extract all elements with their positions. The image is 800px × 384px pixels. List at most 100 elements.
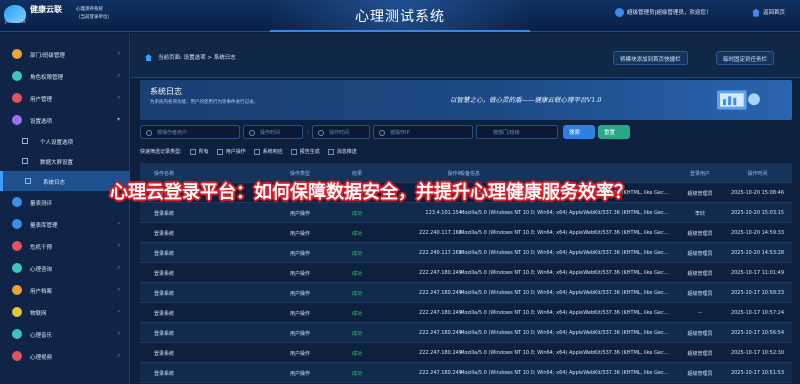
table-cell: Mozilla/5.0 (Windows NT 10.0; Win64; x64… xyxy=(460,350,669,356)
chevron-icon: › xyxy=(117,50,120,57)
home-icon xyxy=(752,8,760,17)
sidebar-item[interactable]: 心理视频 › xyxy=(0,345,130,367)
search-button[interactable]: 搜索 xyxy=(563,125,595,139)
home-link[interactable]: 返回首页 xyxy=(752,8,785,17)
table-cell: 用户操作 xyxy=(290,211,311,217)
sidebar-item[interactable]: 危机干预 › xyxy=(0,235,130,257)
table-row[interactable]: 登录系统 用户操作 成功 222.247.180.249 Mozilla/5.0 (Wi… xyxy=(140,323,792,343)
time-from-input[interactable]: 操作时间 xyxy=(243,125,303,139)
table-cell: 2025-10-17 10:56:54 xyxy=(730,330,785,336)
table-cell: Mozilla/5.0 (Windows NT 10.0; Win64; x64… xyxy=(460,290,669,296)
sub-menu-icon xyxy=(22,158,28,164)
sidebar-item[interactable]: 部门/班级管理 › xyxy=(0,43,130,65)
table-cell: Mozilla/5.0 (Windows NT 10.0; Win64; x64… xyxy=(460,270,669,276)
table-row[interactable]: 登录系统 用户操作 成功 222.247.180.249 Mozilla/5.0 (Wi… xyxy=(140,283,792,303)
breadcrumb-bar: 当前页面: 设置选项 > 系统日志 将模块添加到首页快捷栏 临时固定到任务栏 xyxy=(131,33,800,78)
table-cell: 登录系统 xyxy=(154,231,175,237)
sidebar-item[interactable]: 角色权限管理 › xyxy=(0,65,130,87)
table-cell: 超级管理员 xyxy=(687,371,713,377)
menu-icon xyxy=(12,219,22,229)
sidebar-subitem[interactable]: 数据大屏设置 xyxy=(0,151,130,171)
user-search-input[interactable]: 按操作者用户 xyxy=(140,125,240,139)
table-row[interactable]: 登录系统 用户操作 成功 222.240.117.168 Mozilla/5.0 (Wi… xyxy=(140,223,792,243)
table-cell: Mozilla/5.0 (Windows NT 10.0; Win64; x64… xyxy=(460,250,669,256)
menu-icon xyxy=(12,241,22,251)
table-cell: 2025-10-17 10:52:30 xyxy=(730,350,785,356)
table-row[interactable]: 登录系统 用户操作 成功 222.247.180.249 Mozilla/5.0 (Wi… xyxy=(140,343,792,363)
table-row[interactable]: 登录系统 用户操作 成功 222.247.180.249 Mozilla/5.0 (Wi… xyxy=(140,303,792,323)
reset-button[interactable]: 重置 xyxy=(598,125,630,139)
menu-icon xyxy=(12,307,22,317)
table-row[interactable]: 登录系统 用户操作 成功 222.247.180.249 Mozilla/5.0 (Wi… xyxy=(140,363,792,383)
home-label: 返回首页 xyxy=(763,10,786,16)
chevron-icon: › xyxy=(117,330,120,337)
user-search-placeholder: 按操作者用户 xyxy=(157,130,188,136)
table-cell: 成功 xyxy=(352,331,363,337)
table-cell: Mozilla/5.0 (Windows NT 10.0; Win64; x64… xyxy=(460,210,669,216)
table-row[interactable]: 登录系统 用户操作 成功 123.4.101.154 Mozilla/5.0 (Wind… xyxy=(140,203,792,223)
sidebar-item[interactable]: 用户档案 › xyxy=(0,279,130,301)
quick-filter-checkbox[interactable] xyxy=(327,148,334,155)
menu-icon xyxy=(12,115,22,125)
chevron-icon: › xyxy=(117,72,120,79)
table-cell: 222.247.180.249 xyxy=(419,270,462,276)
table-cell: 登录系统 xyxy=(154,311,175,317)
menu-icon xyxy=(12,93,22,103)
dept-select[interactable]: 按部门/班级 xyxy=(476,125,558,139)
quick-filter-checkbox[interactable] xyxy=(253,148,260,155)
table-cell: 成功 xyxy=(352,211,363,217)
table-row[interactable]: 登录系统 用户操作 成功 222.247.180.249 Mozilla/5.0 (Wi… xyxy=(140,263,792,283)
time-to-input[interactable]: 操作时间 xyxy=(312,125,370,139)
sidebar-item-label: 用户管理 xyxy=(30,97,53,103)
sidebar-item-label: 设置选项 xyxy=(30,119,53,125)
menu-icon xyxy=(12,197,22,207)
table-cell: 2025-10-20 15:03:15 xyxy=(730,210,785,216)
table-cell: 超级管理员 xyxy=(687,251,713,257)
quick-filter-checkbox[interactable] xyxy=(189,148,196,155)
table-cell: 超级管理员 xyxy=(687,351,713,357)
sidebar-item[interactable]: 物联网 › xyxy=(0,301,130,323)
table-cell: 登录系统 xyxy=(154,251,175,257)
banner-illustration-icon xyxy=(717,90,760,110)
table-cell: 超级管理员 xyxy=(687,231,713,237)
sidebar-subitem[interactable]: 个人设置选项 xyxy=(0,131,130,151)
chevron-icon: › xyxy=(117,264,120,271)
table-cell: 123.4.101.154 xyxy=(425,210,462,216)
breadcrumb-text: 当前页面: 设置选项 > 系统日志 xyxy=(158,55,236,61)
range-separator: : xyxy=(307,129,310,136)
table-cell: 2025-10-17 10:57:24 xyxy=(730,310,785,316)
search-icon xyxy=(146,130,152,136)
table-cell: 结果 xyxy=(352,171,363,177)
table-row[interactable]: 登录系统 用户操作 成功 222.240.117.168 Mozilla/5.0 (Wi… xyxy=(140,243,792,263)
sub-menu-icon xyxy=(25,178,31,184)
table-cell: 2025-10-17 10:58:33 xyxy=(730,290,785,296)
sidebar-item-label: 危机干预 xyxy=(30,245,53,251)
chevron-icon: › xyxy=(117,220,120,227)
table-cell: 设备信息 xyxy=(460,171,481,177)
filter-bar: 按操作者用户 操作时间 : 操作时间 按操作IP 按部门/班级 搜索 重置 xyxy=(140,125,792,145)
calendar-icon xyxy=(318,130,324,136)
sidebar-item[interactable]: 设置选项 ▾ xyxy=(0,109,130,131)
sidebar-subitem-label: 系统日志 xyxy=(43,180,66,186)
quick-filter-option: 系统响应 xyxy=(262,149,283,155)
table-cell: 222.247.180.249 xyxy=(419,350,462,356)
menu-icon xyxy=(12,263,22,273)
sidebar-item[interactable]: 心理咨询 › xyxy=(0,257,130,279)
sidebar-item[interactable]: 量表库管理 › xyxy=(0,213,130,235)
sidebar-item[interactable]: 心理音乐 › xyxy=(0,323,130,345)
user-greeting[interactable]: 超级管理员|超级管理员，欢迎您！ xyxy=(615,8,711,17)
table-cell: 222.247.180.249 xyxy=(419,290,462,296)
table-cell: 成功 xyxy=(352,311,363,317)
pin-to-taskbar-button[interactable]: 临时固定到任务栏 xyxy=(716,51,775,65)
table-cell: Mozilla/5.0 (Windows NT 10.0; Win64; x64… xyxy=(460,230,669,236)
quick-filter-checkbox[interactable] xyxy=(290,148,297,155)
table-cell: 用户操作 xyxy=(290,351,311,357)
table-cell: Mozilla/5.0 (Windows NT 10.0; Win64; x64… xyxy=(460,330,669,336)
pin-to-home-button[interactable]: 将模块添加到首页快捷栏 xyxy=(613,51,688,65)
quick-filter-checkbox[interactable] xyxy=(216,148,223,155)
sidebar-item[interactable]: 用户管理 › xyxy=(0,87,130,109)
search-icon xyxy=(379,130,385,136)
menu-icon xyxy=(12,49,22,59)
ip-search-input[interactable]: 按操作IP xyxy=(373,125,473,139)
sidebar-item-label: 物联网 xyxy=(30,311,47,317)
